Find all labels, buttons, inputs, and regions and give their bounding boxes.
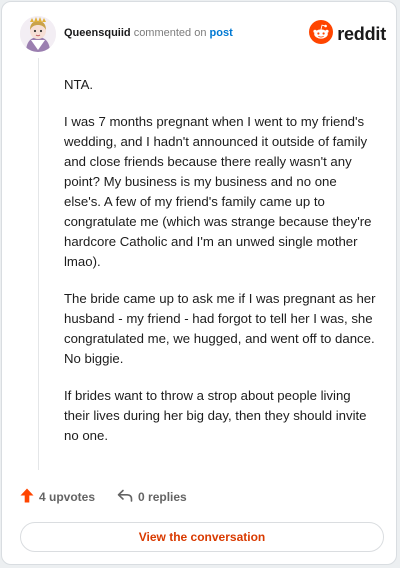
thread-line	[38, 58, 39, 470]
upvote-count: 4 upvotes	[39, 490, 96, 504]
comment-paragraph: The bride came up to ask me if I was pre…	[64, 291, 376, 366]
comment-actions: 4 upvotes 0 replies	[20, 487, 187, 507]
comment-paragraph: I was 7 months pregnant when I went to m…	[64, 114, 372, 269]
comment-paragraph: NTA.	[64, 77, 94, 92]
user-avatar[interactable]	[20, 16, 56, 52]
upvote-arrow-icon	[20, 488, 39, 506]
username-link[interactable]: Queensquiid	[64, 27, 131, 39]
reddit-snoo-icon	[309, 19, 334, 49]
comment-card: Queensquiid commented on post reddit NTA…	[1, 1, 397, 565]
comment-header: Queensquiid commented on post reddit	[20, 14, 390, 54]
reply-button[interactable]: 0 replies	[117, 489, 187, 505]
view-conversation-button[interactable]: View the conversation	[20, 522, 384, 552]
reddit-logo[interactable]: reddit	[309, 19, 386, 49]
reddit-wordmark: reddit	[337, 23, 386, 44]
comment-body: NTA. I was 7 months pregnant when I went…	[64, 75, 376, 463]
reply-arrow-icon	[117, 489, 138, 505]
action-text: commented on	[133, 27, 207, 39]
upvote-button[interactable]: 4 upvotes	[20, 488, 95, 506]
comment-meta: Queensquiid commented on post	[64, 27, 233, 39]
reply-count: 0 replies	[138, 490, 187, 504]
post-link[interactable]: post	[210, 27, 233, 39]
comment-paragraph: If brides want to throw a strop about pe…	[64, 388, 367, 443]
